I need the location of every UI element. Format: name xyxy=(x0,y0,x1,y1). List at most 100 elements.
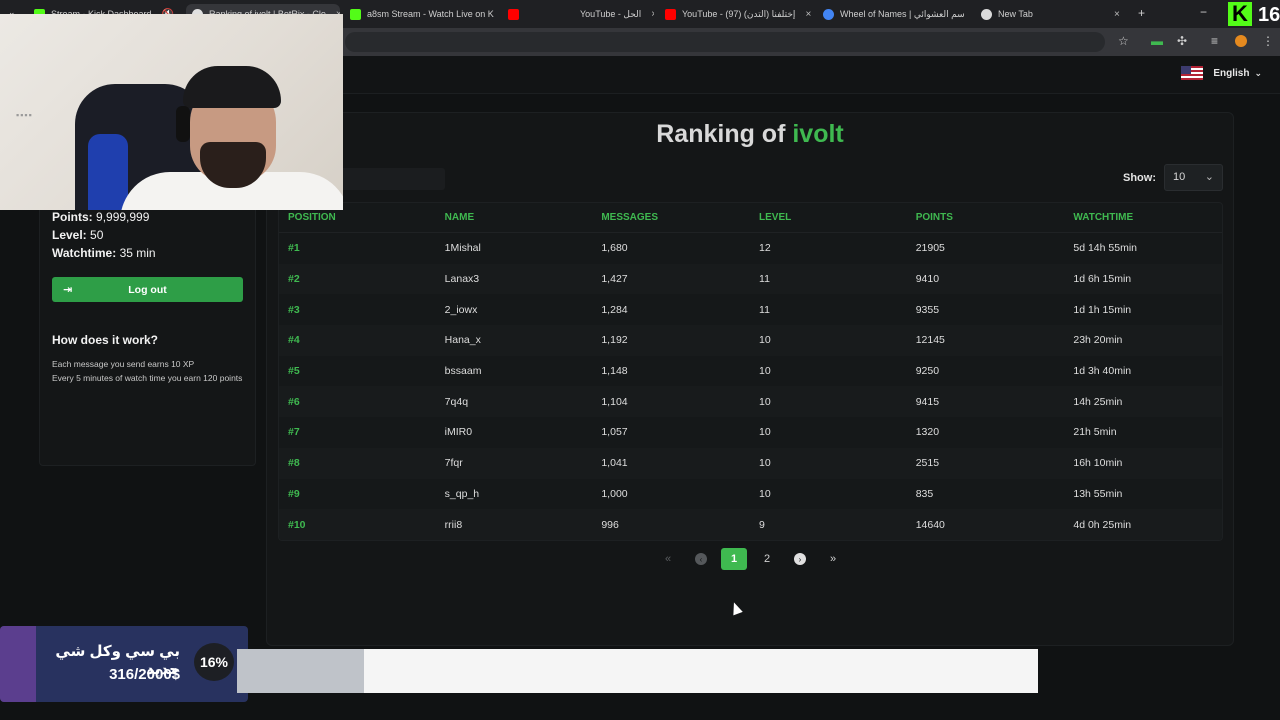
row-watchtime: 1d 1h 15min xyxy=(1073,303,1132,316)
row-messages: 1,041 xyxy=(601,457,628,470)
column-watchtime[interactable]: WATCHTIME xyxy=(1064,212,1222,223)
row-points: 1320 xyxy=(915,426,940,439)
logout-button[interactable]: ⇥ Log out xyxy=(52,277,243,302)
webcam-overlay: ▪▪▪▪ xyxy=(0,14,343,210)
profile-avatar[interactable] xyxy=(1235,35,1247,47)
pagination: « ‹ 1 2 › » xyxy=(655,548,853,570)
close-tab-icon[interactable]: × xyxy=(805,9,811,20)
chevron-left-icon: ‹ xyxy=(695,553,707,565)
level-stat: Level: 50 xyxy=(52,228,104,242)
row-name: rrii8 xyxy=(444,518,463,531)
menu-icon[interactable]: ⋮ xyxy=(1262,34,1274,48)
how-it-works-title: How does it work? xyxy=(52,333,159,347)
row-points: 9355 xyxy=(915,303,940,316)
row-name: 7q4q xyxy=(444,395,469,408)
column-messages[interactable]: MESSAGES xyxy=(592,212,750,223)
search-input[interactable] xyxy=(330,168,445,190)
kick-overlay-logo: K xyxy=(1228,2,1252,26)
camera-indicator: ▪▪▪▪ xyxy=(16,110,33,120)
table-row: #6 7q4q 1,104 10 9415 14h 25min xyxy=(279,386,1222,418)
kick-overlay-count: 16 xyxy=(1258,4,1280,26)
row-name: iMIR0 xyxy=(444,426,473,439)
row-messages: 1,104 xyxy=(601,395,628,408)
table-row: #2 Lanax3 1,427 11 9410 1d 6h 15min xyxy=(279,263,1222,295)
table-row: #4 Hana_x 1,192 10 12145 23h 20min xyxy=(279,325,1222,356)
table-row: #9 s_qp_h 1,000 10 835 13h 55min xyxy=(279,479,1222,510)
row-points: 9410 xyxy=(915,273,940,286)
donation-goal-percent: 16% xyxy=(194,643,234,681)
tab-youtube-pinned[interactable] xyxy=(508,4,528,24)
chair-accent xyxy=(88,134,128,210)
new-tab-button[interactable]: + xyxy=(1138,6,1145,20)
streamer-cap xyxy=(183,66,281,108)
page-2-button[interactable]: 2 xyxy=(754,548,780,570)
table-header: POSITION NAME MESSAGES LEVEL POINTS WATC… xyxy=(279,203,1222,233)
extension-icon[interactable]: ▬ xyxy=(1151,34,1163,48)
donation-progress-fill xyxy=(237,649,364,693)
tab-new-tab[interactable]: New Tab × xyxy=(981,4,1131,24)
show-select[interactable]: 10 ⌄ xyxy=(1164,164,1223,191)
row-watchtime: 21h 5min xyxy=(1073,426,1117,439)
row-position: #3 xyxy=(288,303,300,316)
row-points: 835 xyxy=(915,487,934,500)
row-points: 21905 xyxy=(915,242,945,255)
column-points[interactable]: POINTS xyxy=(907,212,1065,223)
table-row: #7 iMIR0 1,057 10 1320 21h 5min xyxy=(279,417,1222,448)
tab-wheel-of-names[interactable]: Wheel of Names | سم العشوائي × xyxy=(823,4,971,24)
chevron-down-icon: ⌄ xyxy=(1254,67,1262,78)
row-level: 10 xyxy=(759,395,771,408)
row-level: 10 xyxy=(759,426,771,439)
minimize-icon[interactable]: − xyxy=(1200,5,1207,19)
row-position: #7 xyxy=(288,426,300,439)
table-row: #8 7fqr 1,041 10 2515 16h 10min xyxy=(279,447,1222,479)
donation-goal-amount: 316/2000$ xyxy=(109,666,180,683)
row-watchtime: 14h 25min xyxy=(1073,395,1123,408)
tab-youtube-1[interactable]: YouTube - الحل × xyxy=(580,4,654,24)
star-icon[interactable]: ☆ xyxy=(1118,34,1129,48)
close-tab-icon[interactable]: × xyxy=(1114,9,1120,20)
row-points: 9415 xyxy=(915,395,940,408)
close-tab-icon[interactable]: × xyxy=(651,9,654,20)
headset-icon xyxy=(176,106,190,142)
media-icon[interactable]: ≡ xyxy=(1211,34,1218,48)
row-watchtime: 4d 0h 25min xyxy=(1073,518,1132,531)
row-points: 14640 xyxy=(915,518,945,531)
first-page-button[interactable]: « xyxy=(655,548,681,570)
row-name: Hana_x xyxy=(444,334,481,347)
row-watchtime: 1d 6h 15min xyxy=(1073,273,1132,286)
page-1-button[interactable]: 1 xyxy=(721,548,747,570)
column-name[interactable]: NAME xyxy=(436,212,593,223)
prev-page-button[interactable]: ‹ xyxy=(688,548,714,570)
youtube-icon xyxy=(508,8,519,20)
row-watchtime: 1d 3h 40min xyxy=(1073,365,1132,378)
row-watchtime: 13h 55min xyxy=(1073,487,1123,500)
row-level: 10 xyxy=(759,365,771,378)
row-messages: 1,284 xyxy=(601,303,628,316)
next-page-button[interactable]: › xyxy=(787,548,813,570)
row-messages: 1,427 xyxy=(601,273,628,286)
column-position[interactable]: POSITION xyxy=(279,212,436,223)
table-row: #1 1Mishal 1,680 12 21905 5d 14h 55min xyxy=(279,233,1222,264)
tab-a8sm-stream[interactable]: a8sm Stream - Watch Live on K × xyxy=(350,4,498,24)
kick-icon xyxy=(350,8,361,20)
row-name: Lanax3 xyxy=(444,273,480,286)
points-stat: Points: 9,999,999 xyxy=(52,210,150,224)
row-name: bssaam xyxy=(444,365,482,378)
omnibox[interactable] xyxy=(345,32,1105,52)
row-points: 2515 xyxy=(915,457,940,470)
logout-icon: ⇥ xyxy=(63,284,73,296)
table-row: #3 2_iowx 1,284 11 9355 1d 1h 15min xyxy=(279,294,1222,325)
tab-youtube-2[interactable]: YouTube - (97) إختلفنا (التدن) × xyxy=(665,4,813,24)
language-selector[interactable]: English ⌄ xyxy=(1181,66,1262,80)
row-level: 9 xyxy=(759,518,765,531)
row-level: 11 xyxy=(759,273,770,286)
row-messages: 996 xyxy=(601,518,619,531)
puzzle-icon[interactable]: ✣ xyxy=(1177,34,1187,48)
row-level: 12 xyxy=(759,242,771,255)
wheel-icon xyxy=(823,8,834,20)
last-page-button[interactable]: » xyxy=(820,548,846,570)
row-level: 10 xyxy=(759,334,771,347)
row-messages: 1,192 xyxy=(601,334,628,347)
column-level[interactable]: LEVEL xyxy=(750,212,907,223)
row-position: #2 xyxy=(288,273,300,286)
